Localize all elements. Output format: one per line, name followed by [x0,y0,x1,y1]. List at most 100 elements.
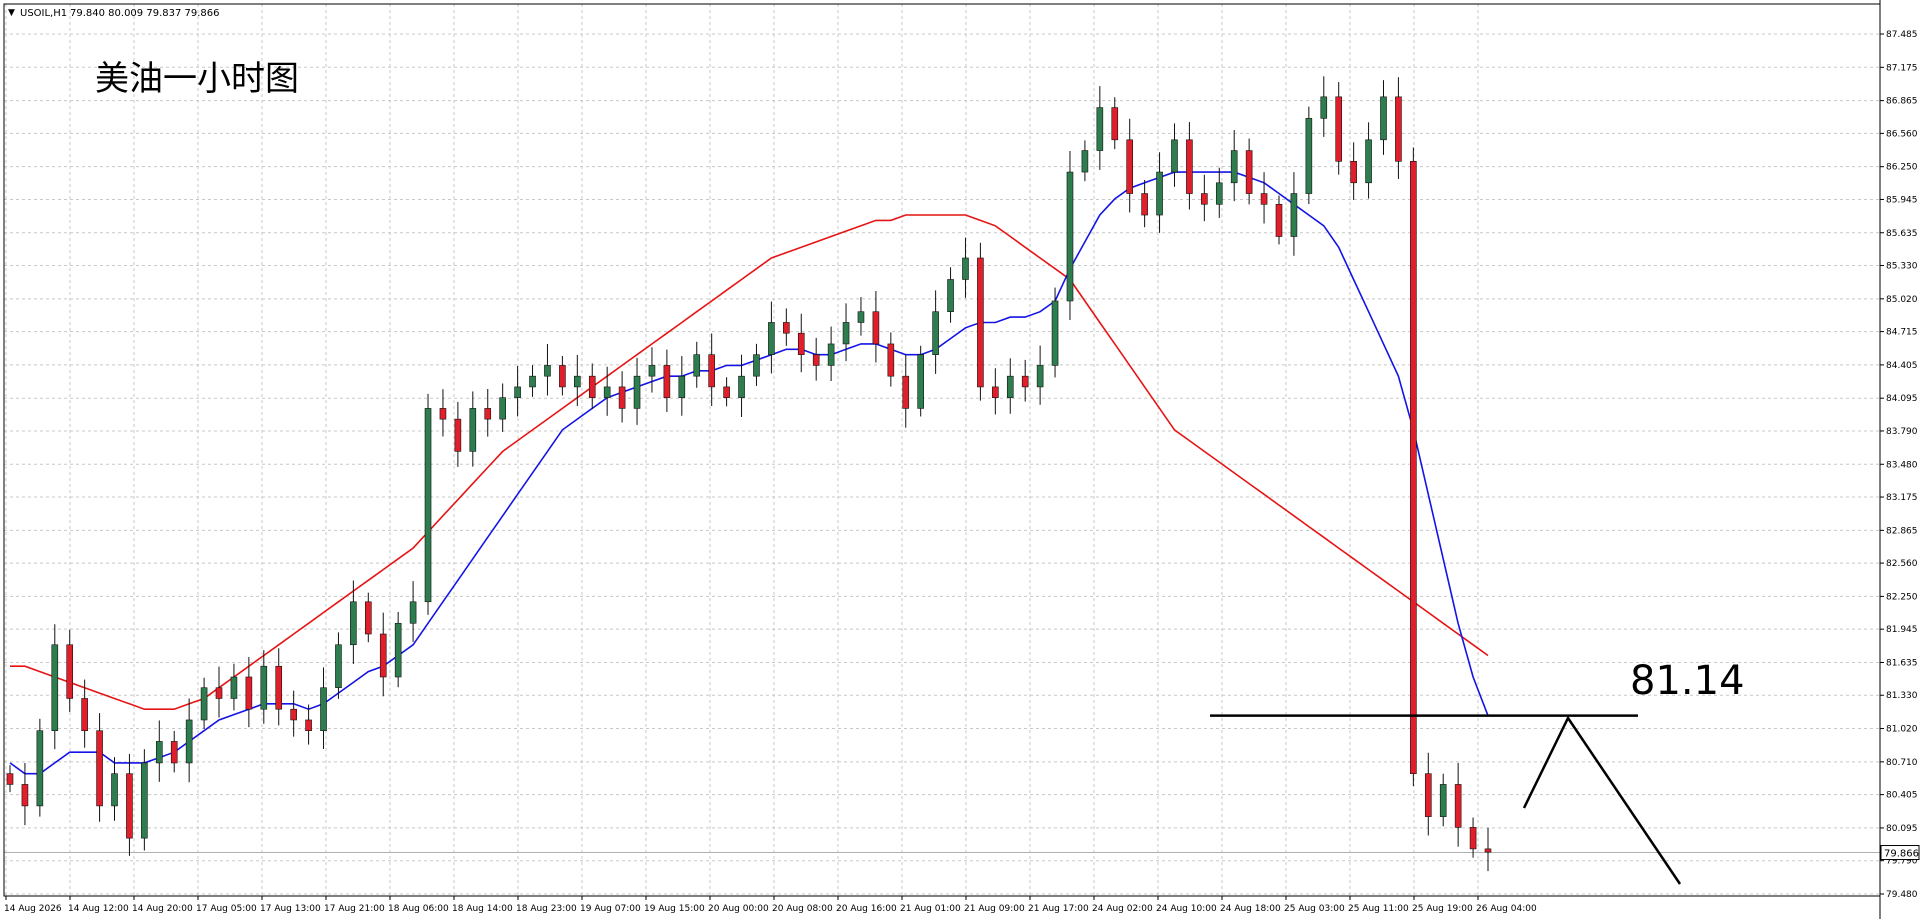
time-tick-label: 17 Aug 13:00 [260,904,321,914]
candle-body [633,375,641,409]
price-tick-label: 85.020 [1886,295,1918,305]
time-tick-label: 24 Aug 10:00 [1156,904,1217,914]
time-tick-label: 21 Aug 09:00 [964,904,1025,914]
time-tick-label: 21 Aug 01:00 [900,904,961,914]
candle-body [1081,150,1089,173]
candle-body [1365,139,1372,184]
candle-body [1186,139,1193,194]
candle-body [141,762,148,839]
candle [1410,147,1417,787]
symbol-menu-icon[interactable]: ▼ [8,8,15,18]
candle-body [1260,193,1268,205]
time-tick-label: 14 Aug 12:00 [68,904,129,914]
candle-body [902,375,910,409]
price-tick-label: 81.020 [1886,725,1918,735]
candle-body [51,644,59,732]
candle-body [66,644,74,699]
candle-body [499,397,506,420]
time-tick-label: 20 Aug 08:00 [772,904,833,914]
candle-body [1410,161,1417,774]
candle-body [305,719,312,732]
candle-body [1051,300,1059,366]
candle-body [6,773,14,785]
time-tick-label: 18 Aug 23:00 [516,904,577,914]
candle-body [170,741,178,764]
candle [977,242,984,401]
candle-body [96,730,103,807]
candle-body [783,322,790,334]
price-tick-label: 86.865 [1886,97,1918,107]
candle-body [350,601,357,646]
candle-body [275,665,283,710]
price-tick-label: 83.790 [1886,427,1918,437]
candle-body [1424,773,1432,817]
chart-window[interactable]: 87.485 87.175 86.865 86.560 86.250 85.945 85.6… [0,0,1920,919]
candle-body [155,741,163,764]
price-tick-label: 83.175 [1886,493,1918,503]
candle-body [185,719,193,764]
candle-body [245,676,253,710]
candle-body [932,311,939,355]
candle-body [111,773,118,807]
candle-body [409,601,417,624]
candle-body [379,633,387,678]
candle-body [708,354,715,388]
candle-body [723,386,730,398]
candle-body [514,386,521,398]
candle-body [1215,182,1223,205]
candle-body [1275,203,1283,237]
candle-body [559,365,566,388]
candlestick-chart[interactable]: 87.485 87.175 86.865 86.560 86.250 85.945 85.6… [0,0,1920,919]
candle-body [887,343,895,377]
candle-body [1484,848,1492,853]
price-tick-label: 80.710 [1886,758,1918,768]
candle [424,393,432,615]
time-tick-label: 18 Aug 14:00 [452,904,513,914]
price-tick-label: 80.095 [1886,824,1918,834]
price-tick-label: 81.635 [1886,658,1918,668]
candle-body [738,375,745,398]
candle-body [753,354,760,377]
candle-body [1126,139,1133,194]
candle-body [290,708,297,721]
candle-body [1006,375,1014,398]
candle-body [1021,375,1029,388]
candle-body [1036,365,1044,388]
time-tick-label: 20 Aug 16:00 [836,904,897,914]
candle-body [1350,161,1357,184]
candle-body [797,332,805,355]
time-tick-label: 18 Aug 06:00 [388,904,449,914]
candle-body [693,354,701,377]
candle-body [529,375,536,388]
price-tick-label: 84.095 [1886,394,1918,404]
candle-body [81,698,88,732]
candle-body [812,354,820,366]
candle-body [1380,96,1387,141]
price-tick-label: 86.250 [1886,163,1918,173]
price-tick-label: 84.405 [1886,361,1918,371]
candle-body [588,375,596,398]
candle-body [1230,150,1238,184]
candle-body [365,601,372,635]
candle-body [603,386,611,398]
candle-body [1245,150,1253,194]
candle-body [1096,107,1104,151]
candle-body [21,784,29,807]
candle [394,611,402,688]
time-tick-label: 20 Aug 00:00 [708,904,769,914]
price-tick-label: 86.560 [1886,129,1918,139]
time-tick-label: 25 Aug 11:00 [1348,904,1409,914]
time-tick-label: 17 Aug 21:00 [324,904,385,914]
candle [36,718,44,817]
candle-body [1290,193,1298,237]
candle-body [424,408,432,603]
candle-body [618,386,626,409]
candle [141,749,148,851]
price-tick-label: 87.175 [1886,63,1918,73]
candle-body [439,408,447,420]
candle-body [335,644,342,689]
price-tick-label: 87.485 [1886,30,1918,40]
candle-body [1156,171,1163,216]
candle-body [842,322,850,345]
candle-body [1141,193,1148,216]
